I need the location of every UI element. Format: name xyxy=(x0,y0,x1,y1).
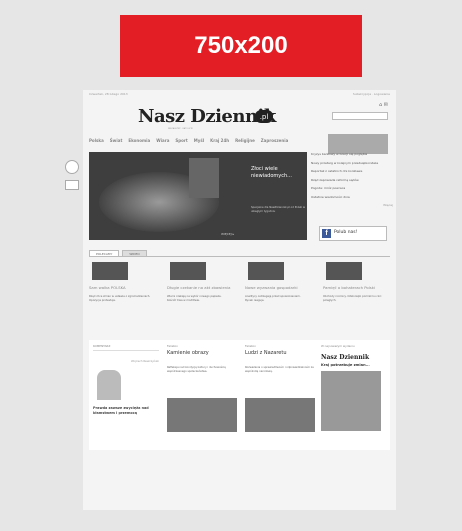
print-icon[interactable] xyxy=(65,160,79,174)
news-item[interactable]: Pogoda: mróz powraca xyxy=(311,186,393,191)
tagline: NIEZALEŻNY · KATOLICKI xyxy=(168,128,193,130)
news-more-link[interactable]: Więcej xyxy=(311,203,393,207)
article-card[interactable]: Sam walka POLSKA Rząd chce zmian w ustaw… xyxy=(89,262,153,303)
article-title[interactable]: Sam walka POLSKA xyxy=(89,285,153,290)
column-text: Rozważania o sprawiedliwości i odpowiedz… xyxy=(245,366,314,373)
paper-cover[interactable] xyxy=(321,371,381,431)
nav-item[interactable]: Świat xyxy=(110,138,123,143)
article-teaser: Wierni czekają na wybór nowego papieża. … xyxy=(167,295,222,302)
banner-ad[interactable]: 750x200 xyxy=(120,15,362,77)
hero-desc: Specjalne dla NaszDziennik.pl od Polski … xyxy=(251,206,305,213)
opinion-section: KOMENTARZ Wojciech Reszczyński Prawda za… xyxy=(89,340,390,450)
commentary-quote[interactable]: Prawda zawsze zwycięża nad kłamstwem i p… xyxy=(93,406,157,416)
news-item[interactable]: Reportaż z ostatnich dni konklawe xyxy=(311,169,393,174)
util-icons[interactable]: ⌂ ✉ xyxy=(379,102,388,108)
masthead: Nasz Dziennik .pl NIEZALEŻNY · KATOLICKI… xyxy=(83,102,396,154)
main-nav: Polska Świat Ekonomia Wiara Sport Myśl K… xyxy=(89,138,288,143)
article-teaser: Obchody rocznicy. Odsłonięto pomnik ku c… xyxy=(323,295,382,302)
newspaper-page: Czwartek, 28 lutego 2013 Subskrypcja · L… xyxy=(65,90,396,510)
article-card[interactable]: Długie czekanie na akt zbawienia Wierni … xyxy=(167,262,231,303)
header-ad[interactable] xyxy=(328,134,388,154)
hero-photo-building xyxy=(189,158,219,198)
article-thumbnail xyxy=(248,262,284,280)
tab-wideo[interactable]: WIDEO xyxy=(122,250,147,256)
nav-item[interactable]: Sport xyxy=(175,138,187,143)
nav-item[interactable]: Ekonomia xyxy=(128,138,150,143)
article-title[interactable]: Nowe wyzwania gospodarki xyxy=(245,285,309,290)
nav-item[interactable]: Wiara xyxy=(156,138,169,143)
nav-item[interactable]: Kraj 24h xyxy=(210,138,229,143)
date-line: Czwartek, 28 lutego 2013 xyxy=(89,92,128,96)
latest-issue[interactable]: W najnowszym wydaniu Nasz Dziennik Kraj … xyxy=(321,344,387,431)
facebook-like-button[interactable]: f Polub nas! xyxy=(319,226,387,241)
paper-headline: Kraj potrzebuje zmian... xyxy=(321,363,370,367)
hero-slider[interactable]: Złoci wiele niewiadomych... Specjalne dl… xyxy=(89,152,307,240)
feuilleton-column[interactable]: Felieton Ludzi z Nazaretu Rozważania o s… xyxy=(245,344,315,432)
author-photo xyxy=(97,370,121,400)
article-thumbnail xyxy=(326,262,362,280)
feuilleton-column[interactable]: Felieton Kamienie obrazy Refleksja nad k… xyxy=(167,344,237,432)
commentary-column[interactable]: KOMENTARZ Wojciech Reszczyński Prawda za… xyxy=(93,344,159,415)
column-headline[interactable]: Ludzi z Nazaretu xyxy=(245,350,315,356)
article-teaser: Analitycy ostrzegają przed spowolnieniem… xyxy=(245,295,301,302)
article-teaser: Rząd chce zmian w ustawie o zgromadzenia… xyxy=(89,295,151,302)
tab-polecamy[interactable]: POLECAMY xyxy=(89,250,120,256)
account-links[interactable]: Subskrypcja · Logowanie xyxy=(353,92,390,96)
column-label: Felieton xyxy=(167,344,179,348)
article-title[interactable]: Długie czekanie na akt zbawienia xyxy=(167,285,231,290)
column-text: Refleksja nad kondycją kultury i duchowo… xyxy=(167,366,226,373)
news-item[interactable]: Kryzys bankowy w Grecji się pogłębia xyxy=(311,152,393,157)
nav-item[interactable]: Zaproszenia xyxy=(261,138,289,143)
commentary-author: Wojciech Reszczyński xyxy=(131,360,159,363)
news-item[interactable]: Rząd zapowiada reformę sądów xyxy=(311,178,393,183)
news-list: Kryzys bankowy w Grecji się pogłębia Now… xyxy=(311,152,393,207)
nav-item[interactable]: Polska xyxy=(89,138,104,143)
commentary-label: KOMENTARZ xyxy=(93,344,159,351)
font-size-control[interactable] xyxy=(65,180,79,190)
article-card[interactable]: Nowe wyzwania gospodarki Analitycy ostrz… xyxy=(245,262,309,303)
column-photo xyxy=(167,398,237,432)
facebook-icon: f xyxy=(322,229,331,238)
nav-item[interactable]: Religijne xyxy=(235,138,255,143)
article-thumbnail xyxy=(170,262,206,280)
section-tabs: POLECAMY WIDEO xyxy=(89,250,390,257)
search-input[interactable] xyxy=(332,112,388,120)
banner-label: 750x200 xyxy=(194,32,288,59)
hero-more-link[interactable]: WIĘCEJ ▸ xyxy=(221,232,234,236)
news-item[interactable]: Ostatnie wiadomości dnia xyxy=(311,195,393,200)
article-thumbnail xyxy=(92,262,128,280)
news-item[interactable]: Nowy przetarg w kolejnym przedsiębiorstw… xyxy=(311,161,393,166)
article-title[interactable]: Pamięć o bohaterach Polski xyxy=(323,285,387,290)
column-headline[interactable]: Kamienie obrazy xyxy=(167,350,237,356)
logo-badge: .pl xyxy=(255,110,273,123)
column-label: Felieton xyxy=(245,344,257,348)
column-photo xyxy=(245,398,315,432)
featured-cards: Sam walka POLSKA Rząd chce zmian w ustaw… xyxy=(89,262,389,303)
hero-title[interactable]: Złoci wiele niewiadomych... xyxy=(251,166,305,180)
facebook-label: Polub nas! xyxy=(334,230,358,235)
nav-item[interactable]: Myśl xyxy=(194,138,204,143)
latest-issue-label: W najnowszym wydaniu xyxy=(321,344,355,348)
article-card[interactable]: Pamięć o bohaterach Polski Obchody roczn… xyxy=(323,262,387,303)
paper-logo: Nasz Dziennik xyxy=(321,354,370,361)
